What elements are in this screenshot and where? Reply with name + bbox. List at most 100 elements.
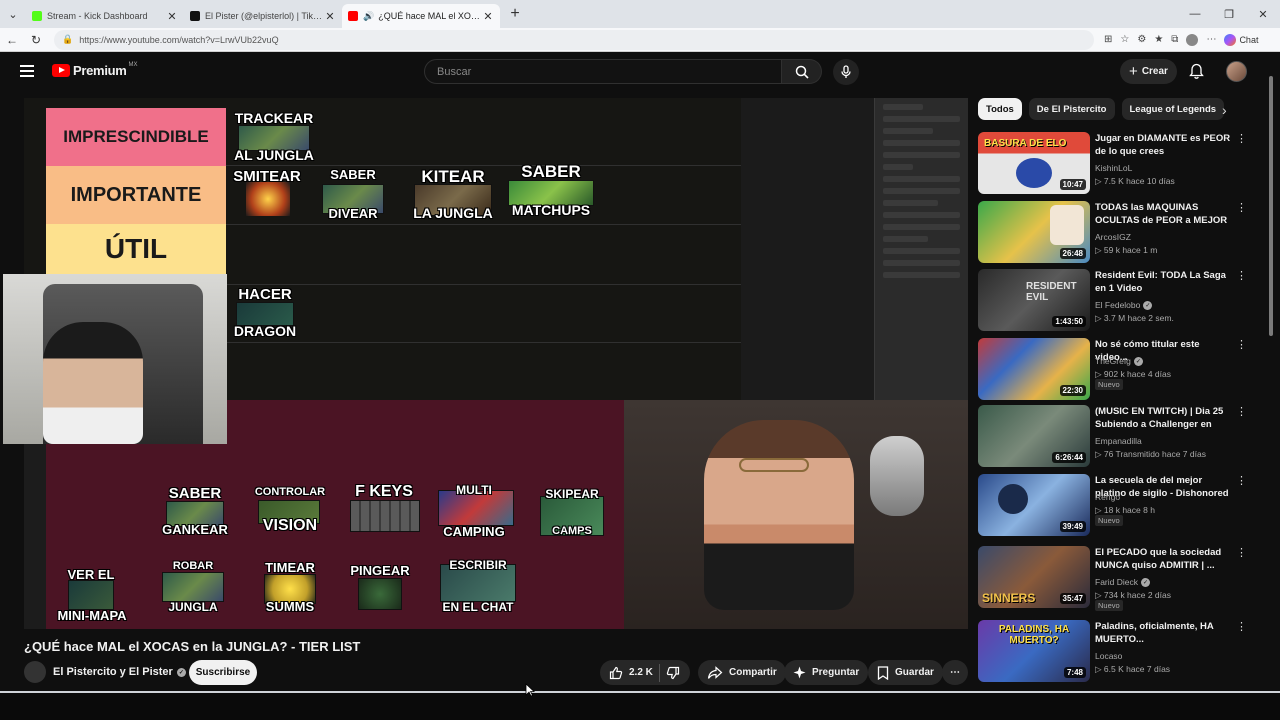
youtube-favicon-icon <box>348 11 358 21</box>
recommendation-item[interactable]: PALADINS, HA MUERTO? 7:48 Paladins, ofic… <box>978 620 1250 682</box>
browser-tab-active[interactable]: 🔊 ¿QUÉ hace MAL el XOCAS en ✕ <box>342 4 500 28</box>
reload-icon[interactable]: ↻ <box>24 33 48 47</box>
channel-name[interactable]: ArcosIGZ <box>1095 232 1131 242</box>
apps-icon[interactable]: ⊞ <box>1104 34 1112 45</box>
video-title[interactable]: Resident Evil: TODA La Saga en 1 Video <box>1095 269 1232 295</box>
video-thumbnail[interactable]: 39:49 <box>978 474 1090 536</box>
video-thumbnail[interactable]: RESIDENT EVIL 1:43:50 <box>978 269 1090 331</box>
like-icon[interactable] <box>609 666 623 680</box>
account-avatar[interactable] <box>1226 61 1247 82</box>
page-scrollbar[interactable] <box>1268 62 1274 688</box>
create-button[interactable]: + Crear <box>1120 59 1177 84</box>
recommendation-item[interactable]: 6:26:44 (MUSIC EN TWITCH) | Dia 25 Subie… <box>978 405 1250 467</box>
minimap-image <box>68 580 114 610</box>
browser-tab[interactable]: El Pister (@elpisterlol) | TikTok ✕ <box>184 4 342 28</box>
minimize-icon[interactable]: — <box>1178 0 1212 28</box>
youtube-logo[interactable]: Premium MX <box>52 62 138 78</box>
new-tab-button[interactable]: + <box>504 5 526 23</box>
search-icon <box>795 65 809 79</box>
channel-name[interactable]: El Fedelobo <box>1095 300 1140 310</box>
kebab-menu-icon[interactable]: ⋮ <box>1236 203 1247 214</box>
profile-icon[interactable] <box>1186 33 1199 46</box>
channel-name-link[interactable]: El Pistercito y El Pister ✓ <box>53 666 186 678</box>
url-field[interactable]: 🔒 https://www.youtube.com/watch?v=LrwVUb… <box>54 29 1094 50</box>
video-thumbnail[interactable]: BASURA DE ELO 10:47 <box>978 132 1090 194</box>
video-title[interactable]: TODAS las MAQUINAS OCULTAS de PEOR a MEJ… <box>1095 201 1232 227</box>
video-title[interactable]: Jugar en DIAMANTE es PEOR de lo que cree… <box>1095 132 1232 158</box>
video-title[interactable]: Paladins, oficialmente, HA MUERTO... <box>1095 620 1232 646</box>
kebab-menu-icon[interactable]: ⋮ <box>1236 476 1247 487</box>
lock-icon[interactable]: 🔒 <box>62 34 73 45</box>
video-thumbnail[interactable]: SINNERS 35:47 <box>978 546 1090 608</box>
close-tab-icon[interactable]: ✕ <box>324 10 336 23</box>
editor-side-panel <box>874 98 968 400</box>
tier-row-label: ÚTIL <box>46 224 226 274</box>
channel-name[interactable]: KishinLoL <box>1095 163 1132 173</box>
kebab-menu-icon[interactable]: ⋮ <box>1236 548 1247 559</box>
save-button[interactable]: Guardar <box>868 660 943 685</box>
channel-name[interactable]: TheGrefg <box>1095 356 1131 366</box>
ask-button[interactable]: Preguntar <box>784 660 869 685</box>
recommendation-item[interactable]: 39:49 La secuela de del mejor platino de… <box>978 474 1250 536</box>
kebab-menu-icon[interactable]: ⋮ <box>1236 271 1247 282</box>
voice-search-button[interactable] <box>833 59 859 85</box>
tier-item-label: SUMMS <box>265 599 315 614</box>
channel-name[interactable]: Farid Dieck <box>1095 577 1138 587</box>
channel-name[interactable]: Rengo <box>1095 492 1120 502</box>
more-icon[interactable]: ⋯ <box>1206 34 1216 45</box>
like-count[interactable]: 2.2 K <box>629 667 653 678</box>
kebab-menu-icon[interactable]: ⋮ <box>1236 134 1247 145</box>
recommendation-item[interactable]: RESIDENT EVIL 1:43:50 Resident Evil: TOD… <box>978 269 1250 331</box>
channel-name[interactable]: Locaso <box>1095 651 1122 661</box>
close-tab-icon[interactable]: ✕ <box>482 10 494 23</box>
glasses <box>739 458 809 472</box>
restore-icon[interactable]: ❐ <box>1212 0 1246 28</box>
notifications-bell-icon[interactable] <box>1189 63 1204 85</box>
recommendation-item[interactable]: 22:30 No sé cómo titular este video... T… <box>978 338 1250 400</box>
video-title[interactable]: (MUSIC EN TWITCH) | Dia 25 Subiendo a Ch… <box>1095 405 1232 431</box>
kebab-menu-icon[interactable]: ⋮ <box>1236 407 1247 418</box>
video-thumbnail[interactable]: 22:30 <box>978 338 1090 400</box>
search-input[interactable]: Buscar <box>424 59 782 84</box>
speaker-icon[interactable]: 🔊 <box>363 11 374 22</box>
browser-tab[interactable]: Stream - Kick Dashboard ✕ <box>26 4 184 28</box>
favorites-icon[interactable]: ★ <box>1154 34 1163 45</box>
close-window-icon[interactable]: ✕ <box>1246 0 1280 28</box>
chip-channel[interactable]: De El Pistercito <box>1028 98 1115 120</box>
kebab-menu-icon[interactable]: ⋮ <box>1236 340 1247 351</box>
channel-avatar[interactable] <box>24 661 46 683</box>
recommendation-item[interactable]: 26:48 TODAS las MAQUINAS OCULTAS de PEOR… <box>978 201 1250 263</box>
share-button[interactable]: Compartir <box>698 660 786 685</box>
video-title[interactable]: El PECADO que la sociedad NUNCA quiso AD… <box>1095 546 1232 572</box>
more-actions-button[interactable]: ⋯ <box>942 660 968 685</box>
favorite-star-icon[interactable]: ☆ <box>1120 34 1129 45</box>
kebab-menu-icon[interactable]: ⋮ <box>1236 622 1247 633</box>
tier-item-label: CAMPING <box>443 524 505 539</box>
plus-icon: + <box>1129 63 1138 80</box>
video-thumbnail[interactable]: 6:26:44 <box>978 405 1090 467</box>
chevron-right-icon[interactable]: › <box>1222 102 1227 118</box>
tier-item-label: HACER <box>238 286 292 303</box>
subscribe-button[interactable]: Suscribirse <box>189 660 257 685</box>
tier-label-text: IMPORTANTE <box>70 183 202 206</box>
chip-league[interactable]: League of Legends <box>1121 98 1225 120</box>
tier-item-label: AL JUNGLA <box>234 147 314 163</box>
tab-list-button[interactable]: ⌄ <box>0 0 26 28</box>
channel-name[interactable]: Empanadilla <box>1095 436 1142 446</box>
dislike-icon[interactable] <box>666 666 680 680</box>
menu-icon[interactable] <box>20 65 34 77</box>
search-button[interactable] <box>782 59 822 84</box>
back-icon[interactable]: ← <box>0 33 24 47</box>
scrollbar-thumb[interactable] <box>1269 76 1273 336</box>
tier-item-label: ESCRIBIR <box>449 558 507 572</box>
recommendation-item[interactable]: SINNERS 35:47 El PECADO que la sociedad … <box>978 546 1250 611</box>
collections-icon[interactable]: ⧉ <box>1171 34 1178 45</box>
close-tab-icon[interactable]: ✕ <box>166 10 178 23</box>
extensions-icon[interactable]: ⚙ <box>1137 34 1146 45</box>
recommendation-item[interactable]: BASURA DE ELO 10:47 Jugar en DIAMANTE es… <box>978 132 1250 194</box>
video-thumbnail[interactable]: PALADINS, HA MUERTO? 7:48 <box>978 620 1090 682</box>
video-thumbnail[interactable]: 26:48 <box>978 201 1090 263</box>
tier-item-label: EN EL CHAT <box>442 600 514 614</box>
chip-all[interactable]: Todos <box>978 98 1022 120</box>
copilot-chat-button[interactable]: Chat <box>1224 33 1258 46</box>
